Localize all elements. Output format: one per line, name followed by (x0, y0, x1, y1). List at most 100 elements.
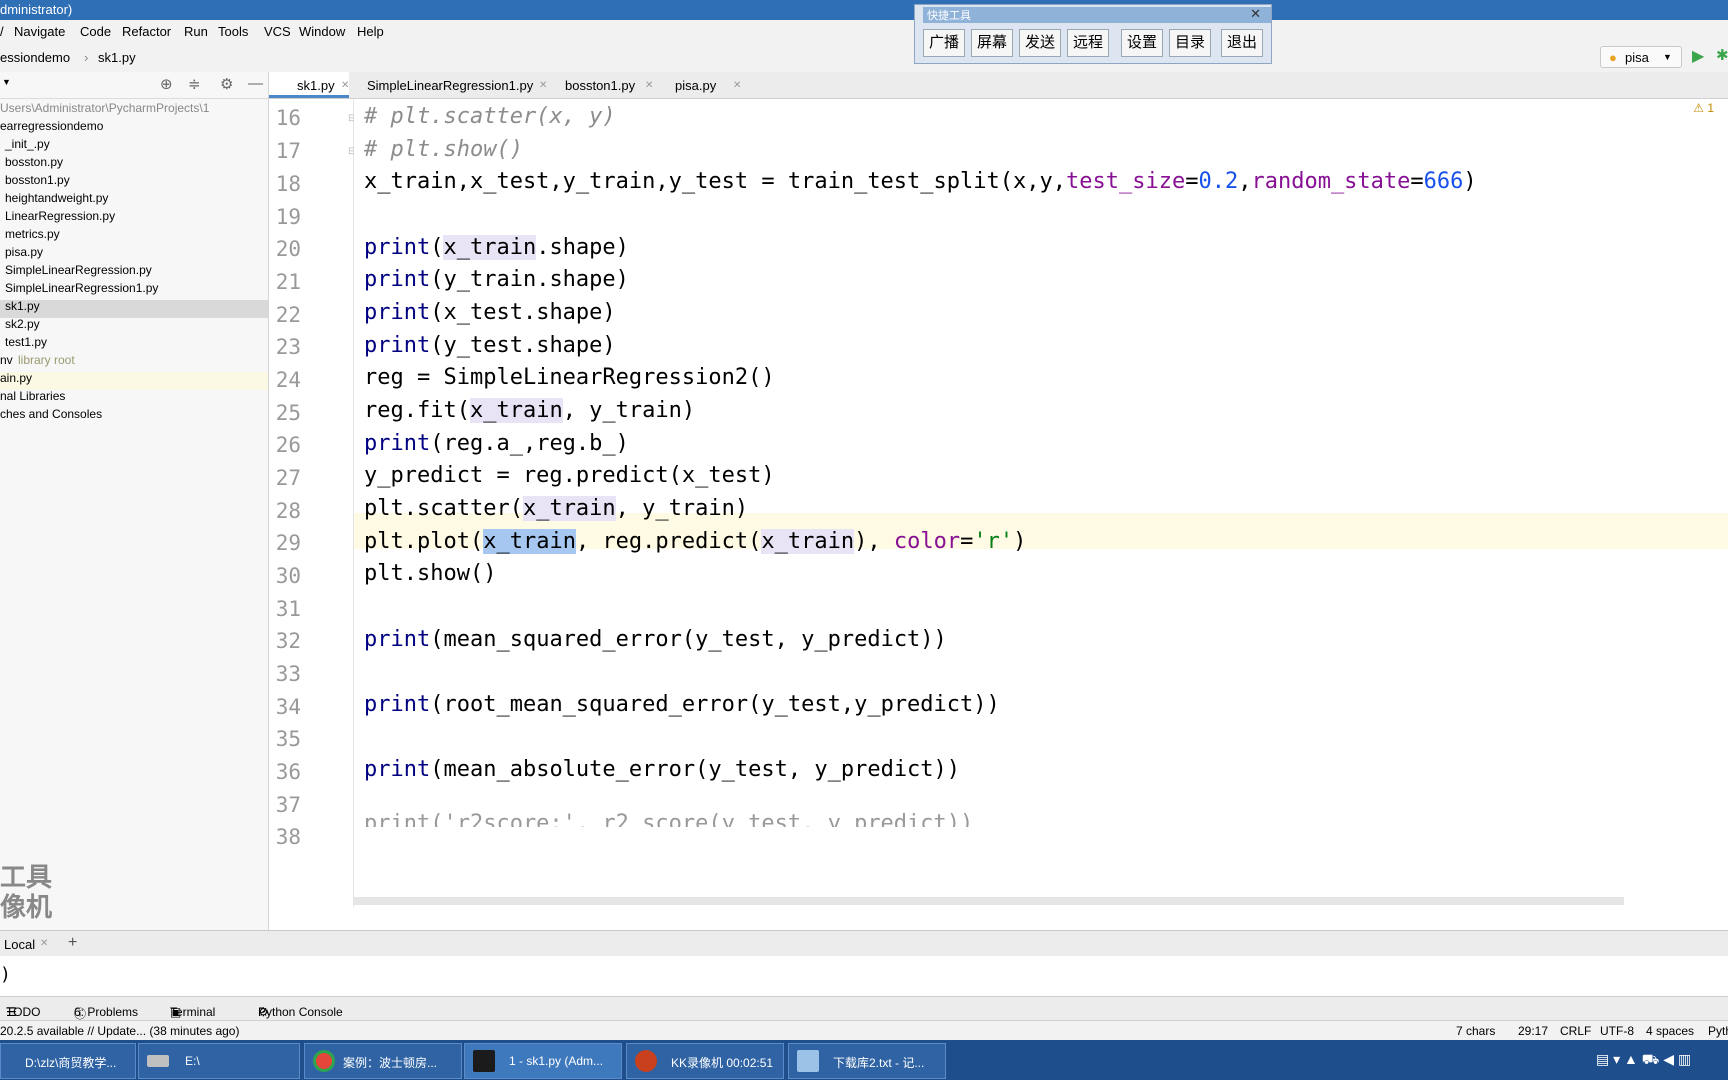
add-tab-icon[interactable]: + (68, 934, 77, 952)
horizontal-scrollbar[interactable] (354, 897, 1624, 905)
tree-file[interactable]: bosston1.py (5, 173, 70, 187)
chrome-icon (313, 1050, 335, 1072)
tree-file[interactable]: ain.py (0, 371, 32, 385)
tree-file[interactable]: SimpleLinearRegression.py (5, 263, 152, 277)
run-config-name: pisa (1625, 50, 1649, 65)
breadcrumb-file[interactable]: sk1.py (98, 50, 136, 65)
menu-window[interactable]: Window (299, 24, 345, 39)
drive-icon (147, 1055, 169, 1067)
code-token: test_size (1066, 169, 1186, 194)
code-token: = (1410, 169, 1424, 194)
close-icon[interactable]: ✕ (40, 938, 48, 949)
close-icon[interactable]: ✕ (645, 80, 653, 91)
taskbar-item-kk-recorder[interactable]: KK录像机 00:02:51 (626, 1043, 784, 1079)
tree-file[interactable]: metrics.py (5, 227, 60, 241)
minimize-icon[interactable]: — (248, 75, 263, 92)
tree-external-libraries[interactable]: nal Libraries (0, 389, 65, 403)
quick-button-exit[interactable]: 退出 (1221, 29, 1263, 57)
code-editor[interactable]: ⚠ 1 # plt.scatter(x, y) # plt.show() x_t… (354, 99, 1728, 907)
taskbar-item-chrome[interactable]: 案例：波士顿房... (304, 1043, 462, 1079)
terminal-prompt: ) (0, 964, 11, 985)
code-line: print(reg.a_,reg.b_) (364, 431, 629, 456)
tab-sk1[interactable]: sk1.py ✕ (269, 72, 349, 98)
tab-label: bosston1.py (565, 78, 636, 93)
code-token: reg.fit( (364, 398, 470, 423)
taskbar-item-drive[interactable]: E:\ (138, 1043, 300, 1079)
run-icon[interactable]: ▶ (1692, 46, 1704, 66)
project-panel-header: ▼ ⊕ ≑ ⚙ — (0, 72, 268, 99)
tab-label: pisa.py (675, 78, 717, 93)
project-root-path[interactable]: Users\Administrator\PycharmProjects\1 (0, 101, 209, 115)
taskbar-item-pycharm[interactable]: 1 - sk1.py (Adm... (464, 1043, 622, 1079)
tree-folder[interactable]: earregressiondemo (0, 119, 103, 133)
windows-taskbar: D:\zlz\商贸教学... E:\ 案例：波士顿房... 1 - sk1.py… (0, 1040, 1728, 1080)
run-config-select[interactable]: ● pisa ▼ (1600, 46, 1682, 68)
tree-file[interactable]: sk1.py (5, 299, 40, 313)
terminal-output[interactable]: ) (0, 956, 1728, 996)
tab-pisa[interactable]: pisa.py ✕ (663, 72, 753, 98)
line-number: 24 (275, 368, 301, 392)
menu-tools[interactable]: Tools (218, 24, 248, 39)
tree-scratches[interactable]: ches and Consoles (0, 407, 102, 421)
quick-button-directory[interactable]: 目录 (1169, 29, 1211, 57)
status-message[interactable]: 20.2.5 available // Update... (38 minute… (0, 1024, 239, 1038)
warning-indicator[interactable]: ⚠ 1 (1693, 101, 1714, 115)
tree-file[interactable]: pisa.py (5, 245, 43, 259)
tree-file[interactable]: LinearRegression.py (5, 209, 115, 223)
code-token: (x_test.shape) (430, 300, 616, 325)
gear-icon[interactable]: ⚙ (220, 75, 233, 93)
code-line: print(mean_squared_error(y_test, y_predi… (364, 627, 947, 652)
collapse-all-icon[interactable]: ≑ (188, 75, 201, 93)
todo-label: TODO (6, 1005, 41, 1019)
locate-icon[interactable]: ⊕ (160, 75, 173, 93)
taskbar-item-notepad[interactable]: 下载库2.txt - 记... (788, 1043, 946, 1079)
menu-code[interactable]: Code (80, 24, 111, 39)
close-icon[interactable]: ✕ (1250, 6, 1261, 22)
quick-button-screen[interactable]: 屏幕 (971, 29, 1013, 57)
menu-help[interactable]: Help (357, 24, 384, 39)
close-icon[interactable]: ✕ (539, 80, 547, 91)
tree-file[interactable]: sk2.py (5, 317, 40, 331)
breadcrumb-project[interactable]: essiondemo (0, 50, 70, 65)
code-line: print(x_test.shape) (364, 300, 616, 325)
tab-simplelinearregression1[interactable]: SimpleLinearRegression1.py ✕ (353, 72, 549, 98)
tray-icons[interactable]: ▤ ▾ ▲ ⛟ ◀ ▥ (1596, 1051, 1691, 1070)
status-encoding[interactable]: UTF-8 (1600, 1024, 1634, 1038)
menu-vcs[interactable]: VCS (264, 24, 291, 39)
taskbar-item-explorer[interactable]: D:\zlz\商贸教学... (0, 1043, 136, 1079)
tree-file-selected[interactable]: SimpleLinearRegression1.py (5, 281, 158, 295)
menu-bar: / Navigate Code Refactor Run Tools VCS W… (0, 20, 1728, 42)
quick-button-send[interactable]: 发送 (1019, 29, 1061, 57)
menu-run[interactable]: Run (184, 24, 208, 39)
menu-refactor[interactable]: Refactor (122, 24, 171, 39)
code-token: , y_train) (562, 398, 696, 423)
status-indent[interactable]: 4 spaces (1646, 1024, 1694, 1038)
tree-venv[interactable]: nv (0, 353, 13, 367)
status-caret-position[interactable]: 29:17 (1518, 1024, 1548, 1038)
quick-button-broadcast[interactable]: 广播 (923, 29, 965, 57)
code-line: print(y_test.shape) (364, 333, 616, 358)
tree-file[interactable]: test1.py (5, 335, 47, 349)
code-token: print (364, 235, 431, 260)
line-number: 32 (275, 629, 301, 653)
tab-bosston1[interactable]: bosston1.py ✕ (553, 72, 659, 98)
close-icon[interactable]: ✕ (341, 80, 349, 91)
taskbar-label: KK录像机 00:02:51 (671, 1056, 774, 1070)
close-icon[interactable]: ✕ (733, 80, 741, 91)
quick-button-settings[interactable]: 设置 (1121, 29, 1163, 57)
tree-file[interactable]: _init_.py (5, 137, 50, 151)
code-line: plt.show() (364, 561, 497, 586)
status-line-separator[interactable]: CRLF (1560, 1024, 1591, 1038)
tree-venv-note: library root (18, 353, 75, 367)
debug-icon[interactable]: ✱ (1716, 46, 1728, 64)
tree-file[interactable]: heightandweight.py (5, 191, 108, 205)
terminal-tab-local[interactable]: Local (4, 937, 35, 952)
menu-navigate[interactable]: Navigate (14, 24, 65, 39)
code-line: x_train,x_test,y_train,y_test = train_te… (364, 169, 1477, 194)
quick-button-remote[interactable]: 远程 (1067, 29, 1109, 57)
tree-file[interactable]: bosston.py (5, 155, 63, 169)
status-interpreter[interactable]: Pyth (1708, 1024, 1728, 1038)
chevron-down-icon[interactable]: ▼ (2, 77, 11, 87)
chevron-down-icon: ▼ (1663, 52, 1672, 62)
quick-tool-title: 快捷工具 (923, 7, 1271, 23)
